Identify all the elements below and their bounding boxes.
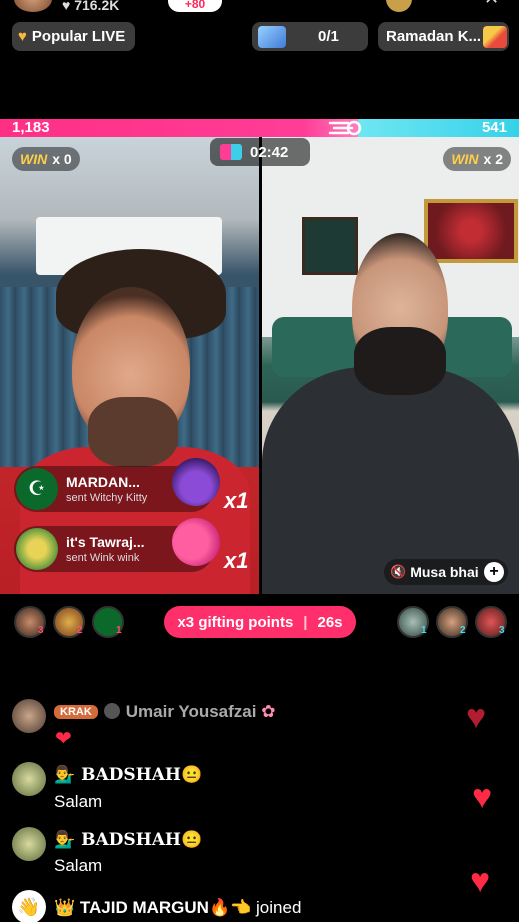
gifting-points-banner[interactable]: x3 gifting points | 26s [164, 606, 356, 638]
supporter-rank: 3 [38, 625, 44, 636]
gift-multiplier: x1 [224, 488, 249, 513]
floating-heart-icon: ♥ [466, 698, 487, 736]
join-message: joined [256, 898, 302, 917]
gift-multiplier: x1 [224, 548, 249, 573]
chat-avatar[interactable] [12, 827, 46, 861]
chat-username[interactable]: 💁‍♂️ BADSHAH😐 [54, 830, 202, 850]
floating-heart-icon: ♥ [472, 778, 493, 816]
battle-vs-icon [220, 144, 242, 160]
supporter-rank: 2 [77, 625, 83, 636]
right-host-tag[interactable]: 🔇 Musa bhai + [384, 559, 508, 585]
mute-icon[interactable]: 🔇 [390, 564, 406, 580]
chat-username-line[interactable]: KRAK Umair Yousafzai ✿ [54, 702, 275, 722]
gift-description: sent Witchy Kitty [66, 491, 148, 504]
left-win-badge: WIN x 0 [12, 147, 80, 171]
rank-value: 0/1 [318, 28, 339, 45]
pakistan-flag-avatar [16, 468, 58, 510]
battle-timer: 02:42 [210, 138, 310, 166]
left-win-label: WIN [20, 151, 48, 167]
left-score-bar: 1,183 [0, 119, 358, 137]
gift-notification[interactable]: it's Tawraj... sent Wink wink [14, 518, 220, 572]
heart-icon: ♥ [18, 28, 27, 45]
ramadan-label: Ramadan K... [386, 28, 482, 45]
wave-icon: 👋 [12, 890, 46, 922]
chat-username: 👑 TAJID MARGUN🔥👈 [54, 898, 252, 917]
gift-sender-name: it's Tawraj... [66, 533, 145, 550]
right-host-video[interactable]: WIN x 2 [262, 137, 519, 594]
gift-notification[interactable]: MARDAN... sent Witchy Kitty [14, 458, 220, 512]
timer-value: 02:42 [250, 143, 289, 161]
supporter-rank: 1 [421, 625, 427, 636]
chat-avatar[interactable] [12, 699, 46, 733]
floating-heart-icon: ♥ [470, 862, 491, 900]
join-notification[interactable]: 👑 TAJID MARGUN🔥👈 joined [54, 898, 301, 918]
chat-message: Salam [54, 792, 103, 811]
popular-live-pill[interactable]: ♥ Popular LIVE [12, 22, 135, 51]
supporter-rank: 2 [460, 625, 466, 636]
gifting-countdown: 26s [317, 613, 343, 631]
right-score-bar: 541 [358, 119, 519, 137]
chat-message: Salam [54, 856, 103, 875]
right-score: 541 [481, 119, 507, 136]
viewer-count: ♥ 716.2K [62, 0, 119, 13]
follow-plus-icon[interactable]: + [484, 562, 504, 582]
level-icon [103, 703, 120, 719]
gifting-points-label: x3 gifting points [177, 613, 294, 631]
rank-badge-icon [258, 25, 286, 48]
supporter-rank: 1 [116, 625, 122, 636]
chat-avatar[interactable] [12, 762, 46, 796]
gift-description: sent Wink wink [66, 551, 140, 564]
chat-message: ❤ [55, 728, 72, 750]
host-avatar[interactable] [14, 0, 52, 12]
fan-club-badge: KRAK [54, 705, 98, 719]
sender-avatar [16, 528, 58, 570]
left-win-count: x 0 [52, 151, 72, 167]
chat-username: Umair Yousafzai [125, 702, 257, 721]
separator: | [303, 613, 308, 631]
wink-wink-gift-icon [172, 518, 220, 566]
follow-button[interactable]: +80 [168, 0, 222, 12]
top-viewer-avatar[interactable] [386, 0, 412, 12]
left-host-beard [88, 397, 178, 467]
supporter-rank: 3 [499, 625, 505, 636]
witchy-kitty-gift-icon [172, 458, 220, 506]
chat-username[interactable]: 💁‍♂️ BADSHAH😐 [54, 765, 202, 785]
close-icon[interactable]: ✕ [484, 0, 499, 9]
popular-live-label: Popular LIVE [31, 28, 126, 45]
battle-divider-icon [328, 120, 362, 136]
battle-score-bar: 1,183 541 [0, 119, 519, 137]
right-win-badge: WIN x 2 [443, 147, 511, 171]
gift-sender-name: MARDAN... [66, 473, 140, 490]
ramadan-pill[interactable]: Ramadan K... [378, 22, 509, 51]
viewer-count-value: 716.2K [74, 0, 120, 13]
right-win-label: WIN [451, 151, 479, 167]
left-score: 1,183 [12, 119, 50, 136]
flower-icon: ✿ [261, 702, 276, 721]
wall-painting [302, 217, 358, 275]
right-win-count: x 2 [483, 151, 503, 167]
right-host-beard [354, 327, 446, 395]
right-host-name: Musa bhai [410, 564, 479, 580]
gift-box-icon [483, 26, 507, 48]
top-bar: ♥ 716.2K +80 ✕ [0, 0, 519, 14]
framed-painting [424, 199, 518, 263]
rank-pill[interactable]: 0/1 [252, 22, 368, 51]
